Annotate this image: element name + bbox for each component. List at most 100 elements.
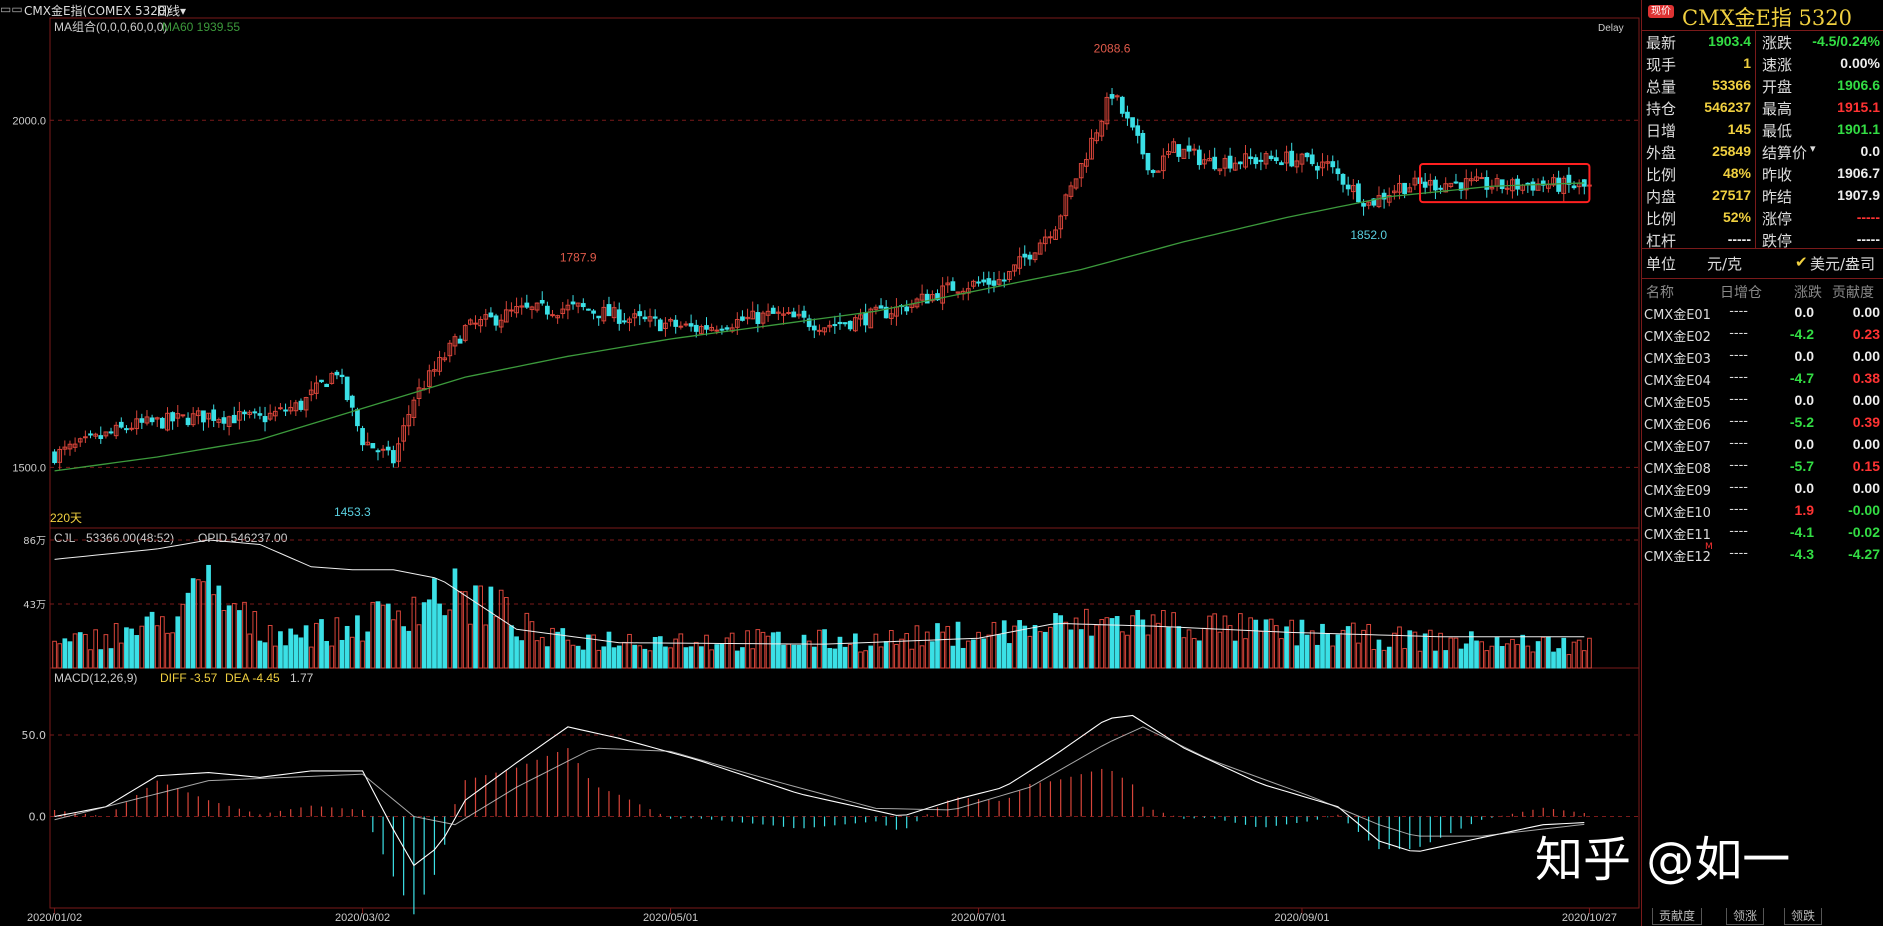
contract-row[interactable]: CMX金E04 ---- -4.7 0.38 — [1642, 370, 1883, 392]
candle-body — [1119, 96, 1125, 114]
volume-bar — [1053, 613, 1058, 669]
volume-bar — [965, 640, 971, 669]
volume-bar — [206, 564, 211, 669]
tab-losers[interactable]: 领跌 — [1784, 908, 1823, 925]
contract-row[interactable]: CMX金E11 ---- -4.1 -0.02 — [1642, 524, 1883, 546]
contract-row[interactable]: CMX金E06 ---- -5.2 0.39 — [1642, 414, 1883, 436]
volume-bar — [1335, 634, 1341, 669]
contract-contrib: 0.39 — [1852, 414, 1880, 430]
candle-body — [242, 411, 247, 415]
volume-bar — [93, 629, 98, 669]
volume-bar — [1001, 620, 1007, 669]
contract-inc: ---- — [1729, 348, 1748, 363]
volume-bar — [560, 628, 566, 669]
contract-row[interactable]: CMX金E12 M ---- -4.3 -4.27 — [1642, 542, 1883, 568]
volume-bar — [1371, 648, 1377, 669]
volume-bar — [822, 629, 827, 669]
volume-bar — [863, 650, 868, 669]
candle-body — [991, 280, 997, 286]
price-annotation: 2088.6 — [1094, 42, 1131, 56]
quote-left-label: 持仓 — [1646, 100, 1677, 118]
quote-right-label: 涨跌 — [1762, 34, 1793, 52]
chart-area[interactable]: 1500.0 2000.0 2088.6 1787.9 1453.3 1852.0 MA组合… — [0, 0, 1640, 926]
candle-body — [262, 416, 268, 423]
volume-bar — [1571, 641, 1577, 669]
contract-row[interactable]: CMX金E02 ---- -4.2 0.23 — [1642, 326, 1883, 348]
candle-body — [1048, 236, 1053, 239]
contract-contrib: 0.00 — [1852, 480, 1880, 496]
volume-bar — [493, 616, 499, 669]
volume-bar — [488, 586, 494, 669]
quote-left-value: 48% — [1722, 165, 1751, 181]
candle-body — [545, 305, 550, 315]
quote-left-label: 外盘 — [1646, 144, 1677, 162]
volume-bar — [1119, 631, 1125, 669]
candle-body — [719, 328, 725, 331]
candle-body — [160, 417, 165, 429]
volume-bar — [960, 647, 966, 669]
contract-row[interactable]: CMX金E07 ---- 0.0 0.00 — [1642, 436, 1883, 458]
window-controls-icon[interactable]: ▭▭ — [0, 2, 23, 16]
volume-bar — [385, 603, 391, 669]
volume-bar — [545, 646, 550, 669]
unit-usd-option[interactable]: 美元/盎司 — [1810, 253, 1875, 274]
contract-chg: -5.7 — [1789, 458, 1814, 474]
volume-bar — [1222, 615, 1228, 669]
contract-row[interactable]: CMX金E03 ---- 0.0 0.00 — [1642, 348, 1883, 370]
tab-contribution[interactable]: 贡献度 — [1652, 908, 1703, 925]
candle-body — [391, 450, 396, 464]
volume-bar — [991, 621, 997, 669]
col-name[interactable]: 名称 — [1646, 282, 1674, 302]
volume-bar — [1017, 620, 1022, 669]
period-selector[interactable]: 日线▾ — [156, 2, 186, 19]
volume-bar — [858, 651, 863, 669]
contract-row[interactable]: CMX金E10 ---- 1.9 -0.00 — [1642, 502, 1883, 524]
contract-chg: 1.9 — [1794, 502, 1814, 518]
volume-bar — [627, 633, 632, 669]
volume-bar — [329, 645, 335, 669]
unit-rmb-option[interactable]: 元/克 — [1707, 253, 1742, 274]
contract-row[interactable]: CMX金E08 ---- -5.7 0.15 — [1642, 458, 1883, 480]
contract-chg: 0.0 — [1794, 304, 1814, 320]
symbol-title: CMX金E指(COMEX 5320) — [24, 4, 171, 18]
volume-bar — [616, 645, 622, 669]
candle-body — [837, 321, 843, 325]
volume-bar — [1443, 650, 1449, 669]
volume-bar — [1474, 640, 1479, 669]
volume-bar — [1392, 632, 1397, 669]
volume-bar — [375, 601, 381, 669]
candle-body — [221, 417, 227, 424]
volume-bar — [1227, 625, 1233, 669]
volume-bar — [1381, 649, 1387, 669]
volume-bar — [1238, 613, 1243, 669]
volume-bar — [1084, 608, 1089, 669]
volume-bar — [180, 603, 186, 669]
volume-bar — [1540, 636, 1546, 669]
volume-bar — [801, 634, 807, 669]
candle-body — [1268, 155, 1274, 160]
col-inc[interactable]: 日增仓 — [1720, 282, 1762, 302]
contract-chg: -5.2 — [1789, 414, 1814, 430]
contract-row[interactable]: CMX金E05 ---- 0.0 0.00 — [1642, 392, 1883, 414]
tab-gainers[interactable]: 领涨 — [1726, 908, 1765, 925]
volume-bar — [637, 645, 643, 669]
candle-body — [616, 309, 622, 324]
col-chg[interactable]: 涨跌 — [1794, 282, 1822, 302]
contract-row[interactable]: CMX金E01 ---- 0.0 0.00 — [1642, 304, 1883, 326]
contract-inc: ---- — [1729, 304, 1748, 319]
candle-body — [1191, 148, 1197, 151]
contract-name: CMX金E08 — [1644, 462, 1711, 477]
volume-bar — [293, 634, 299, 669]
volume-bar — [534, 640, 540, 669]
contract-row[interactable]: CMX金E09 ---- 0.0 0.00 — [1642, 480, 1883, 502]
contract-contrib: 0.38 — [1852, 370, 1880, 386]
candle-body — [488, 312, 494, 318]
col-contrib[interactable]: 贡献度 — [1832, 282, 1874, 302]
candle-body — [108, 431, 114, 434]
volume-bar — [211, 594, 217, 669]
volume-bar — [1309, 630, 1315, 669]
ma-combo-label: MA组合(0,0,0,60,0,0) — [54, 19, 167, 34]
candle-body — [324, 383, 329, 388]
contract-contrib: -4.27 — [1848, 546, 1880, 562]
candle-body — [334, 371, 340, 376]
